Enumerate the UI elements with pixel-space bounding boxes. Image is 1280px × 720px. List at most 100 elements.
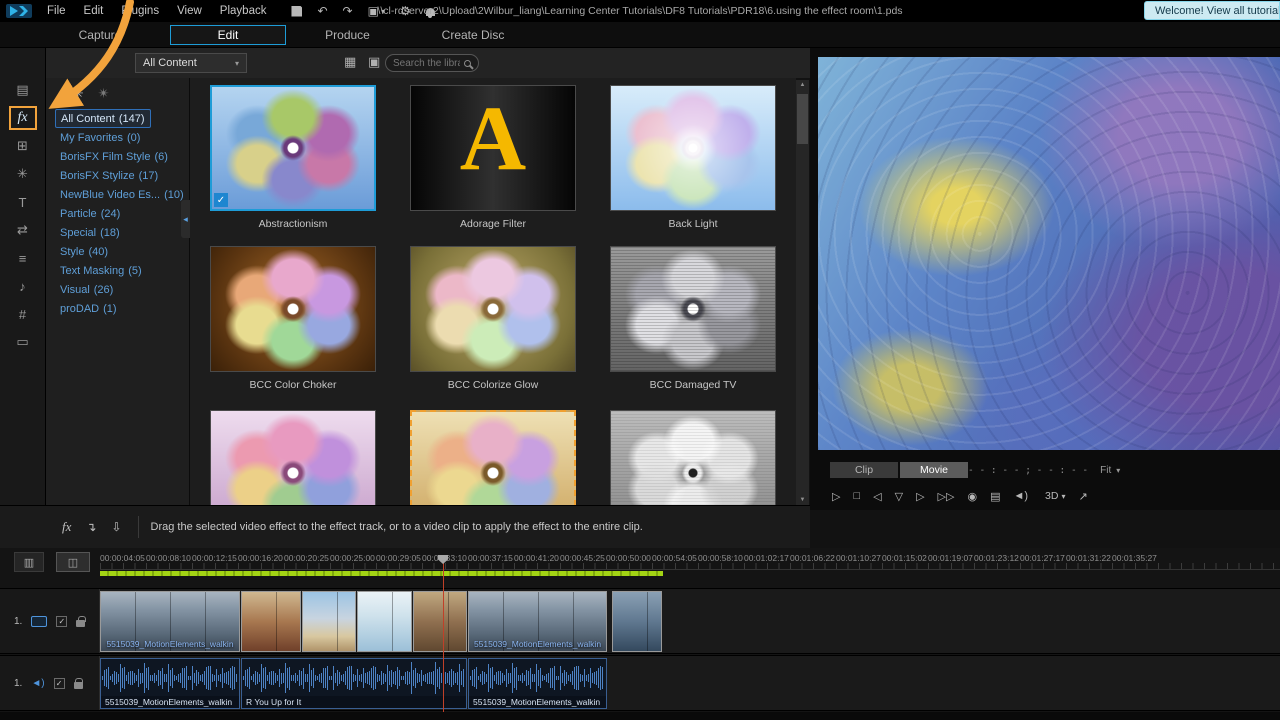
snapshot-button[interactable]: ◉ [967,490,977,503]
media-room-button[interactable]: ▤ [9,78,37,102]
next-frame-button[interactable]: ▷ [916,490,924,503]
video-track-icon[interactable] [31,615,48,627]
menu-item[interactable]: Plugins [112,0,168,22]
category-item[interactable]: Visual (26) [55,280,118,299]
track-manager-button[interactable]: ▥ [14,552,44,572]
audio-clip[interactable]: 5515039_MotionElements_walkin [468,658,607,709]
category-item[interactable]: All Content (147) [55,109,151,128]
voiceover-room-button[interactable]: ♪ [9,274,37,298]
lock-icon[interactable] [73,677,84,689]
audio-mixing-room-button[interactable]: ≡ [9,246,37,270]
effect-thumbnail[interactable]: ✓ [410,246,576,372]
effect-item[interactable]: ✓ [610,410,776,505]
mode-tab[interactable]: Capture [55,25,145,45]
video-clip[interactable]: 5515039_MotionElements_walkin [100,591,240,652]
menu-item[interactable]: Edit [75,0,113,22]
search-input[interactable] [393,57,460,69]
movie-mode-button[interactable]: Movie [900,462,968,478]
overlay-room-button[interactable]: ⊞ [9,134,37,158]
category-item[interactable]: Style (40) [55,242,113,261]
Back Light[interactable]: ✓ Back Light [610,85,776,231]
video-effect-filter-icon[interactable]: ✳ [72,85,84,102]
timeline-ruler[interactable]: 00:00:04:05 00:00:08:10 00:00:12:15 00:00:1… [100,550,1280,570]
3d-toggle-dropdown[interactable]: 3D ▾ [1045,490,1065,502]
video-clip[interactable] [302,591,356,652]
effect-thumbnail[interactable]: ✓ [410,410,576,505]
search-icon[interactable] [464,59,471,67]
library-menu-icon[interactable]: ▣ [368,54,380,70]
Adorage Filter[interactable]: ✓ Adorage Filter [410,85,576,231]
playhead[interactable] [443,556,444,712]
chapter-room-button[interactable]: # [9,302,37,326]
preview-quality-button[interactable]: ▤ [990,490,1000,503]
transition-room-button[interactable]: ⇄ [9,218,37,242]
particle-room-button[interactable]: ✳ [9,162,37,186]
effect-thumbnail[interactable]: ✓ [610,85,776,211]
menu-item[interactable]: View [168,0,211,22]
lock-icon[interactable] [76,615,86,627]
scroll-down-icon[interactable]: ▼ [800,497,806,503]
video-clip[interactable] [612,591,662,652]
effect-item[interactable]: ✓ [410,410,576,505]
BCC Color Choker[interactable]: ✓ BCC Color Choker [210,246,376,392]
mode-tab[interactable]: Produce [300,25,395,45]
fast-forward-button[interactable]: ▷▷ [938,490,955,503]
Abstractionism[interactable]: ✓ Abstractionism [210,85,376,231]
category-item[interactable]: My Favorites (0) [55,128,145,147]
clip-mode-button[interactable]: Clip [830,462,898,478]
category-item[interactable]: proDAD (1) [55,299,122,318]
seek-handle-button[interactable]: ▽ [895,490,903,503]
category-item[interactable]: Particle (24) [55,204,125,223]
timeline-tool-button[interactable]: ◫ [56,552,90,572]
effect-thumbnail[interactable]: ✓ [610,410,776,505]
effect-thumbnail[interactable]: ✓ [210,246,376,372]
mode-tab[interactable]: Create Disc [418,25,528,45]
previous-frame-button[interactable]: ◁ [873,490,881,503]
content-filter-dropdown[interactable]: All Content ▾ [135,53,247,73]
category-item[interactable]: Text Masking (5) [55,261,147,280]
audio-effect-filter-icon[interactable]: ✴ [98,85,110,102]
save-icon[interactable] [291,5,303,17]
welcome-tutorial-button[interactable]: Welcome! View all tutorial vid [1144,1,1280,20]
grid-view-icon[interactable]: ▦ [344,54,356,70]
BCC Damaged TV[interactable]: ✓ BCC Damaged TV [610,246,776,392]
effect-thumbnail[interactable]: ✓ [210,410,376,505]
menu-item[interactable]: Playback [211,0,276,22]
library-scrollbar[interactable]: ▲ ▼ [796,80,809,505]
menu-item[interactable]: File [38,0,75,22]
track-enable-checkbox[interactable]: ✓ [53,677,65,689]
track-enable-checkbox[interactable]: ✓ [56,615,68,627]
scrollbar-thumb[interactable] [797,94,808,144]
subtitle-room-button[interactable]: ▭ [9,330,37,354]
timeline-scroll-strip[interactable] [0,712,1280,720]
effect-thumbnail[interactable]: ✓ [610,246,776,372]
video-clip[interactable]: 5515039_MotionElements_walkin [468,591,607,652]
mode-tab[interactable]: Edit [170,25,286,45]
scroll-up-icon[interactable]: ▲ [800,82,806,88]
effect-item[interactable]: ✓ [210,410,376,505]
download-effect-icon[interactable]: ⇩ [111,520,121,534]
video-clip[interactable] [413,591,467,652]
video-clip[interactable] [241,591,301,652]
redo-icon[interactable]: ↷ [343,4,353,18]
BCC Colorize Glow[interactable]: ✓ BCC Colorize Glow [410,246,576,392]
effect-room-button[interactable]: fx [8,106,37,130]
undo-icon[interactable]: ↶ [317,4,327,18]
audio-clip[interactable]: R You Up for It [241,658,467,709]
timecode-display[interactable]: - - : - - ; - - : - - [968,465,1088,476]
audio-clip[interactable]: 5515039_MotionElements_walkin [100,658,240,709]
effect-thumbnail[interactable]: ✓ [210,85,376,211]
effect-thumbnail[interactable]: ✓ [410,85,576,211]
zoom-fit-dropdown[interactable]: Fit ▾ [1100,465,1120,476]
panel-collapse-handle[interactable]: ◂ [181,200,190,238]
category-item[interactable]: Special (18) [55,223,125,242]
category-item[interactable]: NewBlue Video Es... (10) [55,185,189,204]
apply-effect-icon[interactable]: ↴ [86,520,96,534]
category-item[interactable]: BorisFX Stylize (17) [55,166,163,185]
title-room-button[interactable]: T [9,190,37,214]
speaker-icon[interactable]: ◄) [31,678,44,689]
category-item[interactable]: BorisFX Film Style (6) [55,147,173,166]
volume-button[interactable]: ◄) [1013,490,1028,502]
undock-preview-button[interactable]: ↗ [1078,490,1087,503]
stop-button[interactable]: □ [853,490,860,502]
